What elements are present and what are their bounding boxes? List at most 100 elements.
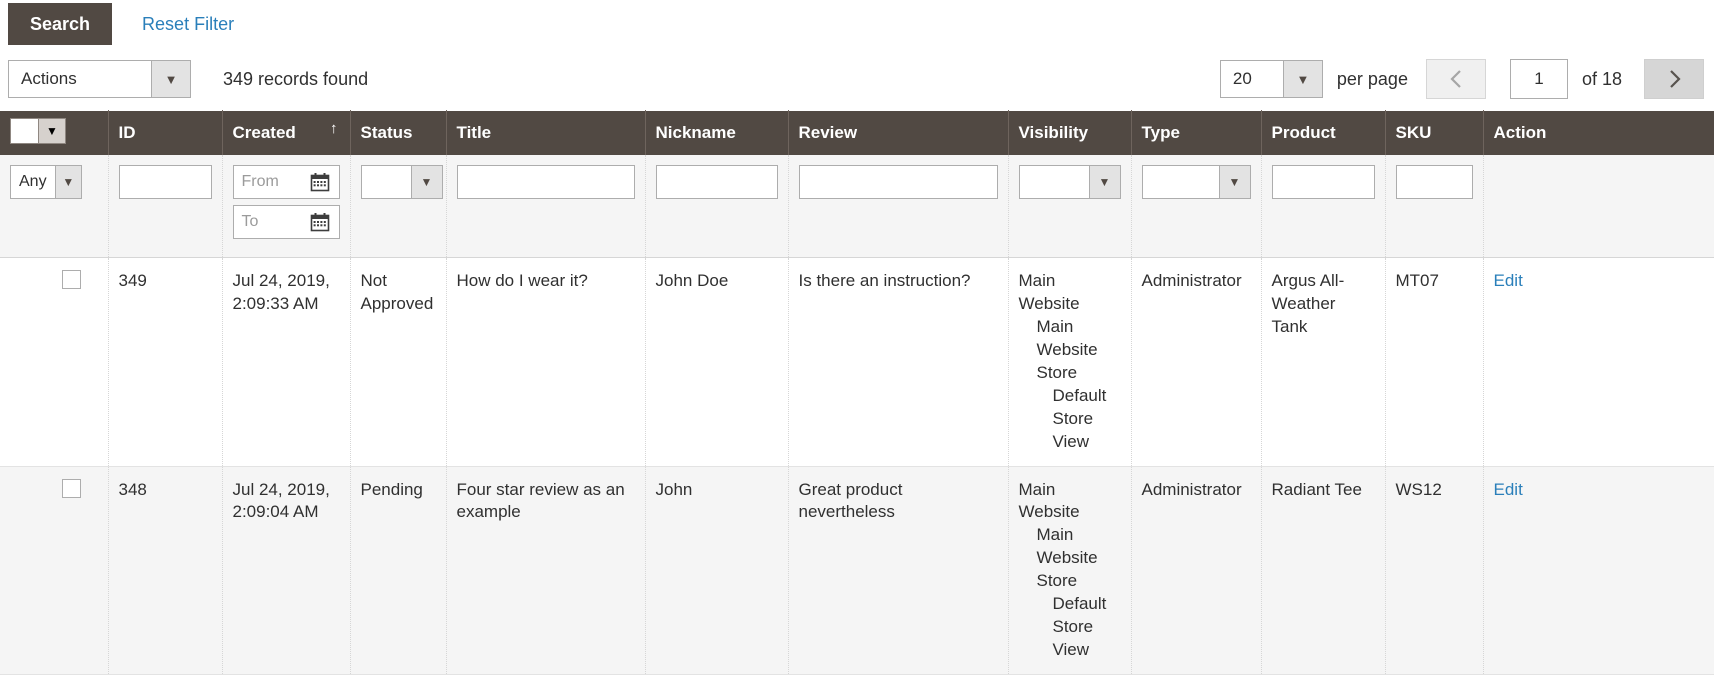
row-checkbox[interactable] <box>62 270 81 289</box>
grid-header-row: ▼ ID Created ↑ Status Title Nickname Rev… <box>0 110 1714 155</box>
filter-select-visibility-value <box>1020 166 1089 198</box>
filter-cell-visibility: ▼ <box>1008 155 1132 258</box>
filter-select-any[interactable]: Any ▼ <box>10 165 82 199</box>
visibility-store-view: Default Store View <box>1052 385 1107 451</box>
cell-product: Argus All-Weather Tank <box>1261 257 1386 467</box>
actions-select-value: Actions <box>21 69 77 88</box>
cell-visibility: Main Website Main Website Store Default … <box>1008 257 1132 467</box>
filter-select-status-value <box>362 166 411 198</box>
column-header-created-label: Created <box>232 123 296 142</box>
search-button[interactable]: Search <box>8 3 113 45</box>
filter-cell-status: ▼ <box>350 155 447 258</box>
mass-select-dropdown[interactable]: ▼ <box>10 118 66 144</box>
visibility-website: Main Website <box>1018 271 1080 313</box>
filter-select-any-value: Any <box>19 173 47 191</box>
filter-select-type-value <box>1143 166 1219 198</box>
column-header-select-all[interactable]: ▼ <box>0 110 109 155</box>
filter-input-sku[interactable] <box>1395 165 1473 199</box>
table-row[interactable]: 349 Jul 24, 2019, 2:09:33 AM Not Approve… <box>0 257 1714 467</box>
filter-select-visibility[interactable]: ▼ <box>1018 165 1121 199</box>
filter-date-from[interactable]: From <box>232 165 340 199</box>
chevron-down-icon: ▼ <box>1282 61 1322 97</box>
filter-date-to[interactable]: To <box>232 205 340 239</box>
mass-select-box <box>11 119 38 143</box>
filter-input-nickname[interactable] <box>655 165 778 199</box>
cell-id: 348 <box>108 466 223 675</box>
cell-title: Four star review as an example <box>446 466 646 675</box>
filter-cell-product <box>1261 155 1386 258</box>
chevron-down-icon: ▼ <box>1218 166 1250 198</box>
calendar-icon[interactable] <box>305 212 339 232</box>
filter-cell-created: From To <box>222 155 351 258</box>
sort-arrow-up-icon: ↑ <box>330 120 338 137</box>
column-header-status[interactable]: Status <box>350 110 447 155</box>
per-page-select-value: 20 <box>1232 69 1252 88</box>
records-found-label: 349 records found <box>223 68 369 89</box>
chevron-down-icon: ▼ <box>151 61 190 97</box>
column-header-type[interactable]: Type <box>1131 110 1262 155</box>
cell-action: Edit <box>1483 466 1714 675</box>
cell-id: 349 <box>108 257 223 467</box>
next-page-button[interactable] <box>1644 59 1704 99</box>
previous-page-button[interactable] <box>1425 59 1486 99</box>
column-header-id[interactable]: ID <box>108 110 223 155</box>
cell-product: Radiant Tee <box>1261 466 1386 675</box>
edit-link[interactable]: Edit <box>1494 271 1523 290</box>
reset-filter-link[interactable]: Reset Filter <box>142 14 234 35</box>
cell-nickname: John Doe <box>645 257 789 467</box>
filter-select-status[interactable]: ▼ <box>360 165 443 199</box>
row-checkbox[interactable] <box>62 478 81 498</box>
filter-cell-action <box>1483 155 1714 258</box>
column-header-review[interactable]: Review <box>788 110 1009 155</box>
filter-input-id[interactable] <box>118 165 212 199</box>
column-header-action: Action <box>1483 110 1714 155</box>
visibility-store-view: Default Store View <box>1052 594 1107 660</box>
per-page-label: per page <box>1336 68 1408 89</box>
cell-type: Administrator <box>1131 257 1262 467</box>
chevron-right-icon <box>1670 70 1681 88</box>
row-select-cell <box>0 466 109 675</box>
chevron-down-icon: ▼ <box>410 166 442 198</box>
chevron-down-icon: ▼ <box>54 166 81 198</box>
column-header-visibility[interactable]: Visibility <box>1008 110 1132 155</box>
grid-filter-row: Any ▼ From To ▼ ▼ ▼ <box>0 155 1714 258</box>
cell-visibility: Main Website Main Website Store Default … <box>1008 466 1132 675</box>
column-header-sku[interactable]: SKU <box>1385 110 1484 155</box>
filter-cell-select: Any ▼ <box>0 155 109 258</box>
per-page-select[interactable]: 20 ▼ <box>1219 60 1323 98</box>
actions-select[interactable]: Actions ▼ <box>8 60 191 98</box>
cell-action: Edit <box>1483 257 1714 467</box>
current-page-input[interactable] <box>1509 59 1568 99</box>
row-select-cell <box>0 257 109 467</box>
filter-cell-id <box>108 155 223 258</box>
cell-nickname: John <box>645 466 789 675</box>
filter-cell-title <box>446 155 646 258</box>
cell-title: How do I wear it? <box>446 257 646 467</box>
filter-cell-nickname <box>645 155 789 258</box>
chevron-down-icon: ▼ <box>38 119 65 143</box>
filter-date-to-placeholder: To <box>241 213 259 231</box>
filter-select-type[interactable]: ▼ <box>1141 165 1251 199</box>
visibility-store: Main Website Store <box>1036 525 1098 591</box>
cell-review: Great product nevertheless <box>788 466 1009 675</box>
chevron-left-icon <box>1450 70 1461 88</box>
search-toolbar: Search Reset Filter <box>0 0 1714 48</box>
table-row[interactable]: 348 Jul 24, 2019, 2:09:04 AM Pending Fou… <box>0 466 1714 675</box>
filter-input-title[interactable] <box>456 165 635 199</box>
pagination: 20 ▼ per page of 18 <box>1219 59 1704 99</box>
column-header-title[interactable]: Title <box>446 110 646 155</box>
filter-input-review[interactable] <box>798 165 998 199</box>
filter-cell-review <box>788 155 1009 258</box>
column-header-nickname[interactable]: Nickname <box>645 110 789 155</box>
filter-cell-sku <box>1385 155 1484 258</box>
filter-input-product[interactable] <box>1271 165 1375 199</box>
calendar-icon[interactable] <box>305 172 339 192</box>
filter-date-from-placeholder: From <box>241 173 279 191</box>
cell-created: Jul 24, 2019, 2:09:33 AM <box>222 257 351 467</box>
edit-link[interactable]: Edit <box>1494 480 1523 499</box>
cell-status: Pending <box>350 466 447 675</box>
column-header-product[interactable]: Product <box>1261 110 1386 155</box>
visibility-store: Main Website Store <box>1036 316 1098 382</box>
column-header-created[interactable]: Created ↑ <box>222 110 351 155</box>
cell-sku: WS12 <box>1385 466 1484 675</box>
